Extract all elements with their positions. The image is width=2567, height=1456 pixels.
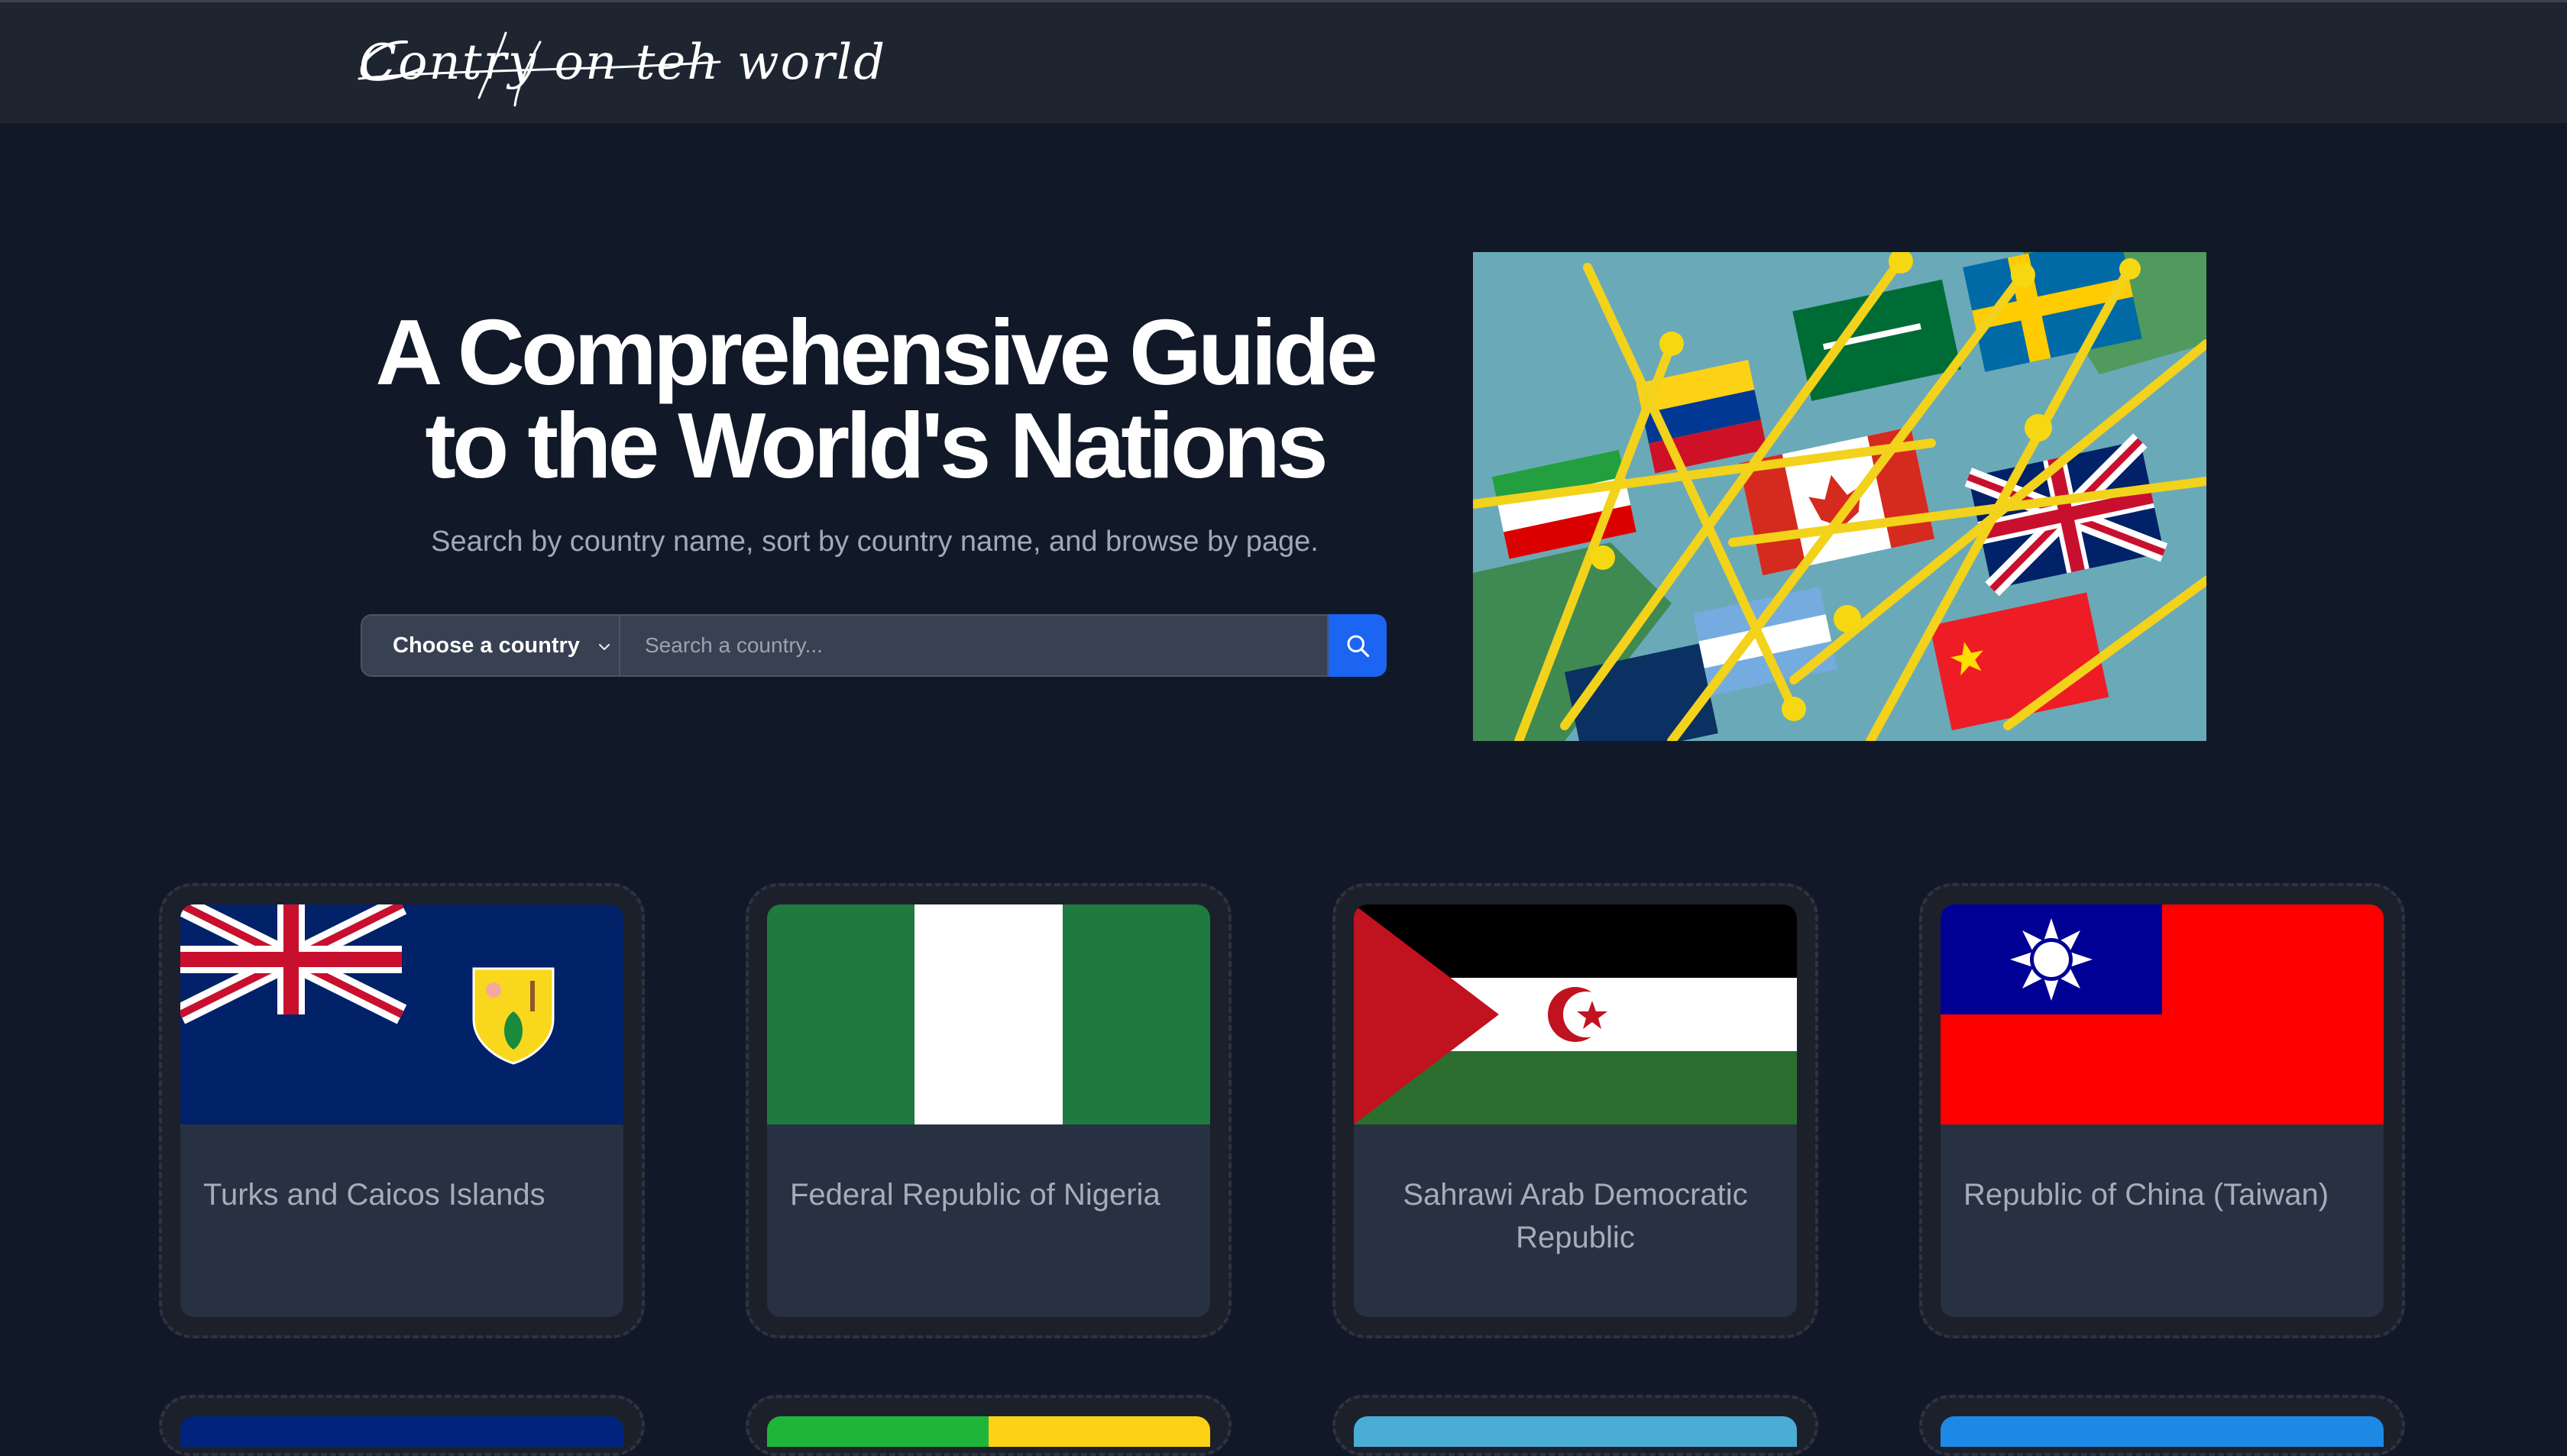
hero-title-line-2: to the World's Nations [425,393,1328,497]
turks-and-caicos-flag [180,904,623,1124]
chevron-down-icon [598,643,610,651]
country-card-inner: Sahrawi Arab Democratic Republic [1354,904,1797,1317]
navbar: Contry on teh world [0,2,2567,123]
taiwan-flag [1941,904,2384,1124]
country-card[interactable] [746,1395,1232,1456]
country-card[interactable]: Republic of China (Taiwan) [1919,883,2405,1338]
hero-title: A Comprehensive Guide to the World's Nat… [329,306,1421,492]
country-name: Federal Republic of Nigeria [790,1178,1160,1212]
hero-flags-image [1473,252,2206,741]
hero-title-line-1: A Comprehensive Guide [375,300,1377,404]
flag-preview [1354,1416,1797,1447]
logo-text: Contry on teh world [359,34,887,91]
sahrawi-flag [1354,904,1797,1124]
flag-preview [767,1416,1210,1447]
site-logo[interactable]: Contry on teh world [0,2,885,123]
country-name: Sahrawi Arab Democratic Republic [1403,1178,1748,1254]
search-button[interactable] [1329,614,1387,677]
country-card-inner: Turks and Caicos Islands [180,904,623,1317]
flags-collage-image [1473,252,2206,741]
country-card[interactable] [159,1395,645,1456]
country-card[interactable]: Turks and Caicos Islands [159,883,645,1338]
country-name: Republic of China (Taiwan) [1963,1178,2329,1212]
flag-preview [180,1416,623,1447]
country-card[interactable]: Federal Republic of Nigeria [746,883,1232,1338]
country-card[interactable]: Sahrawi Arab Democratic Republic [1332,883,1818,1338]
search-input[interactable] [620,614,1329,677]
flag-preview [1941,1416,2384,1447]
country-card[interactable] [1919,1395,2405,1456]
search-bar: Choose a country [361,614,1387,677]
country-card-inner: Federal Republic of Nigeria [767,904,1210,1317]
search-icon [1347,635,1370,658]
hero-subtitle: Search by country name, sort by country … [431,526,1319,558]
country-select-label: Choose a country [393,633,580,658]
nigeria-flag [767,904,1210,1124]
country-card-inner: Republic of China (Taiwan) [1941,904,2384,1317]
country-select[interactable]: Choose a country [361,614,620,677]
country-name: Turks and Caicos Islands [203,1178,545,1212]
country-card[interactable] [1332,1395,1818,1456]
